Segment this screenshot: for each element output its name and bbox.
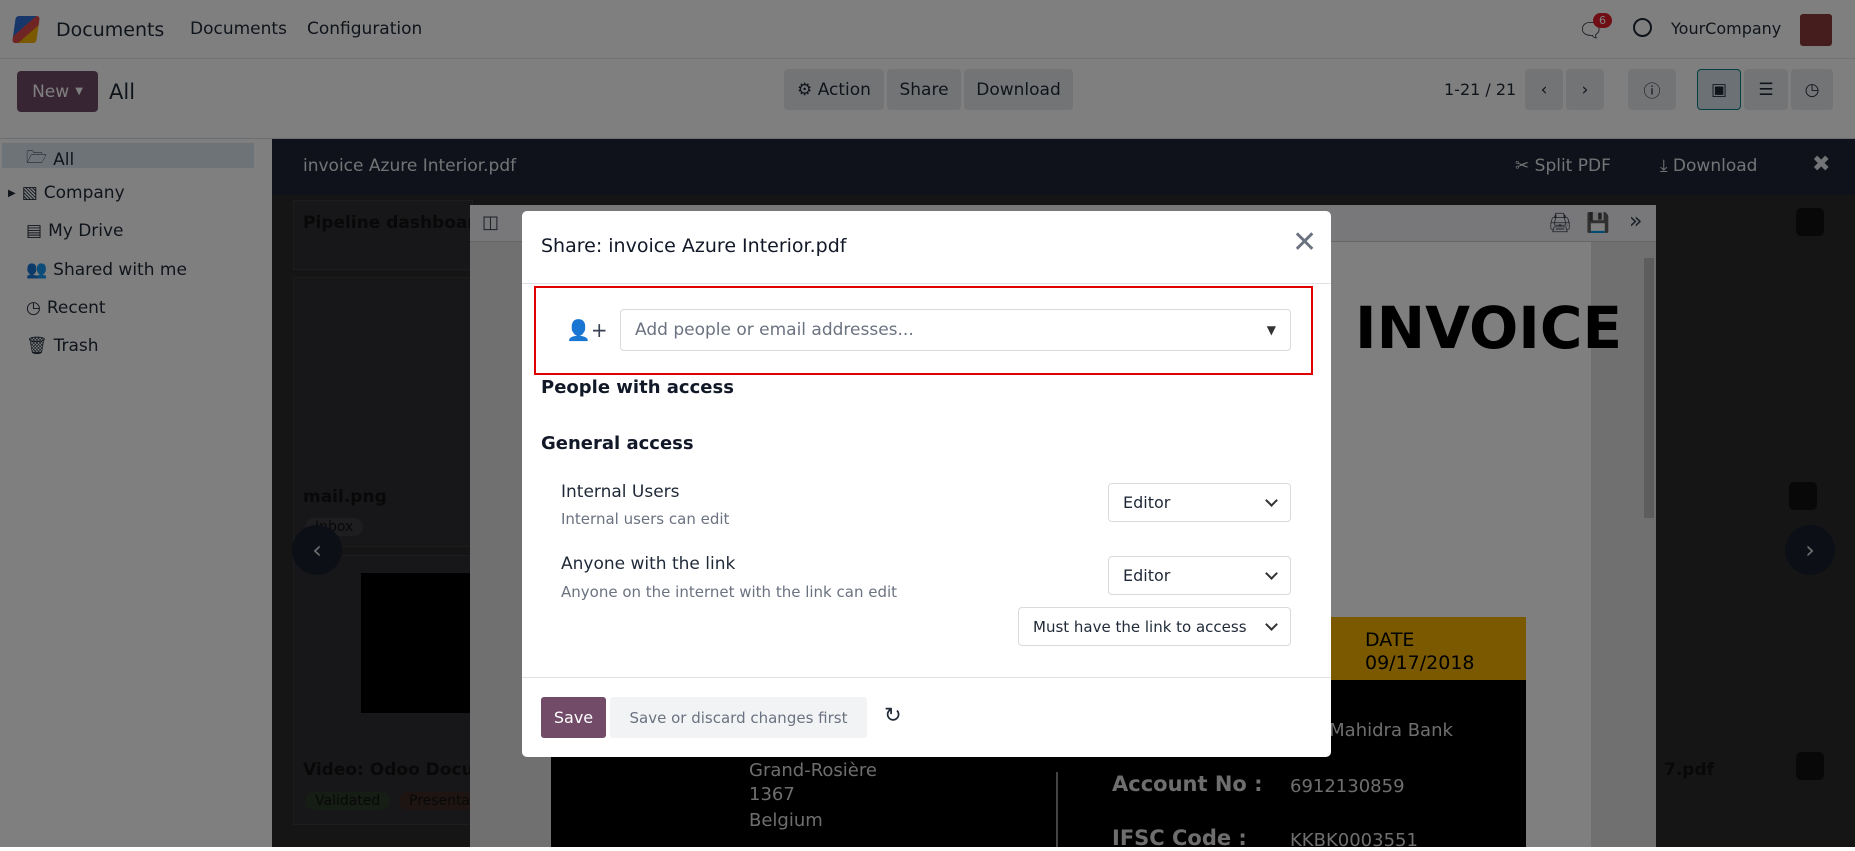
select-value: Must have the link to access bbox=[1033, 617, 1247, 636]
chevron-down-icon bbox=[1265, 617, 1278, 631]
header-divider bbox=[522, 283, 1331, 284]
share-dialog: Share: invoice Azure Interior.pdf ✕ 👤+ A… bbox=[522, 211, 1331, 757]
link-access-mode-select[interactable]: Must have the link to access bbox=[1018, 607, 1291, 646]
link-role-select[interactable]: Editor bbox=[1108, 556, 1291, 595]
people-with-access-heading: People with access bbox=[541, 377, 734, 398]
footer-divider bbox=[522, 677, 1331, 678]
close-icon[interactable]: ✕ bbox=[1292, 225, 1317, 260]
internal-users-label: Internal Users bbox=[561, 482, 680, 502]
invite-placeholder: Add people or email addresses... bbox=[635, 320, 914, 340]
general-access-heading: General access bbox=[541, 433, 694, 454]
discard-hint: Save or discard changes first bbox=[629, 708, 848, 727]
select-value: Editor bbox=[1123, 566, 1171, 585]
link-access-desc: Anyone on the internet with the link can… bbox=[561, 583, 898, 601]
select-value: Editor bbox=[1123, 493, 1171, 512]
caret-down-icon[interactable]: ▼ bbox=[1267, 323, 1276, 337]
invite-people-input[interactable]: Add people or email addresses... ▼ bbox=[620, 309, 1291, 351]
chevron-down-icon bbox=[1265, 493, 1278, 507]
save-button[interactable]: Save bbox=[541, 697, 606, 738]
discard-hint-button: Save or discard changes first bbox=[610, 697, 867, 738]
link-access-label: Anyone with the link bbox=[561, 554, 736, 574]
undo-icon[interactable]: ↻ bbox=[884, 703, 902, 727]
internal-users-desc: Internal users can edit bbox=[561, 510, 730, 528]
dialog-title: Share: invoice Azure Interior.pdf bbox=[541, 235, 847, 257]
internal-users-role-select[interactable]: Editor bbox=[1108, 483, 1291, 522]
save-label: Save bbox=[553, 708, 594, 727]
chevron-down-icon bbox=[1265, 566, 1278, 580]
add-user-icon: 👤+ bbox=[566, 318, 608, 342]
